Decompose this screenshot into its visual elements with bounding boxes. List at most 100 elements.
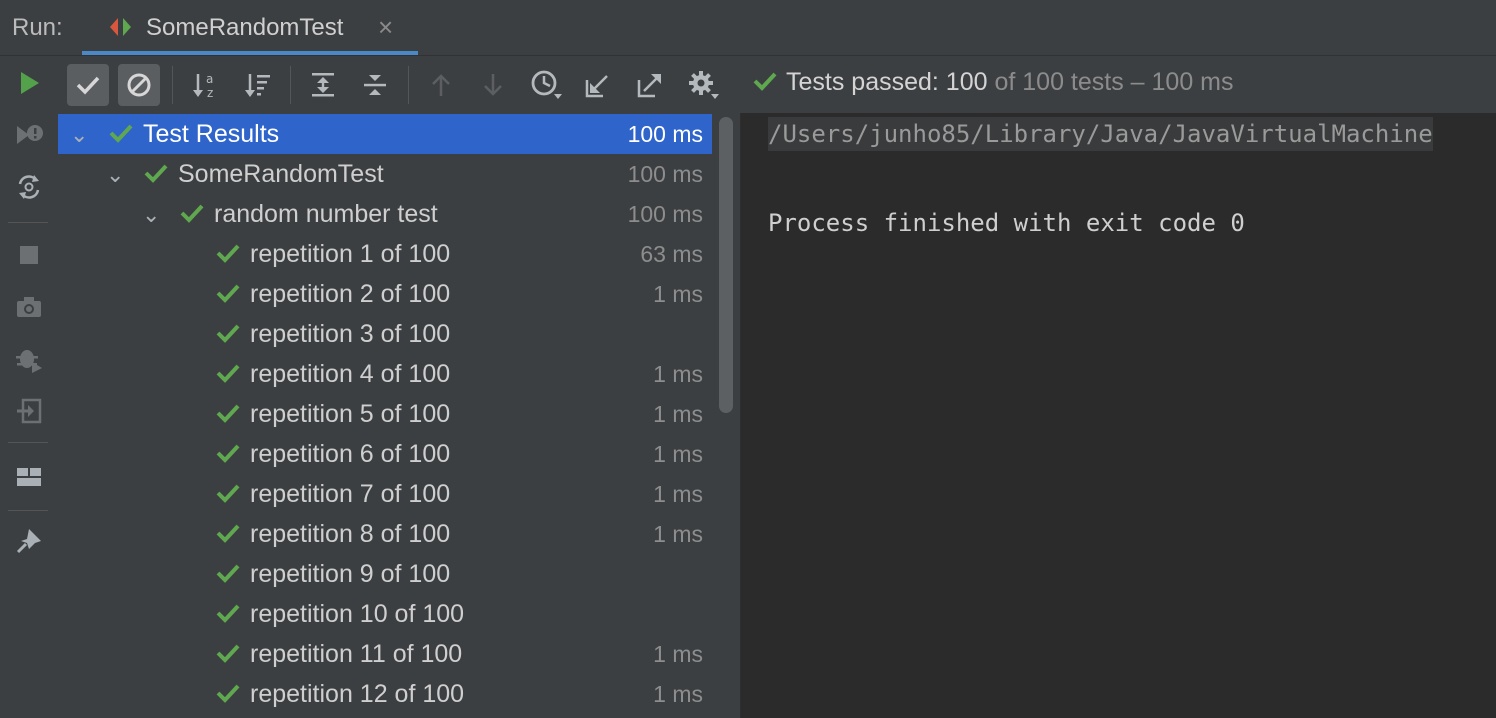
tree-node-duration: 1 ms xyxy=(653,441,703,467)
chevron-down-icon[interactable]: ⌄ xyxy=(142,202,160,228)
tests-passed-label: Tests passed: 100 xyxy=(786,68,988,96)
tree-node-label: repetition 8 of 100 xyxy=(250,520,451,548)
pass-check-icon xyxy=(215,522,241,549)
svg-text:a: a xyxy=(206,72,213,86)
pass-check-icon xyxy=(215,402,241,429)
tree-node-duration: 1 ms xyxy=(653,481,703,507)
collapse-all-icon[interactable] xyxy=(354,64,396,106)
pin-icon[interactable] xyxy=(12,524,46,558)
tree-node-label: repetition 7 of 100 xyxy=(250,480,451,508)
tree-node-label: repetition 6 of 100 xyxy=(250,440,451,468)
debug-icon[interactable] xyxy=(12,342,46,376)
tree-node-label: repetition 5 of 100 xyxy=(250,400,451,428)
tree-row-class[interactable]: ⌄ SomeRandomTest 100 ms xyxy=(58,154,712,194)
pass-check-icon xyxy=(143,162,169,189)
pass-check-icon xyxy=(215,442,241,469)
tree-row-repetition[interactable]: repetition 1 of 100 63 ms xyxy=(58,234,712,274)
svg-text:z: z xyxy=(207,86,213,100)
pass-check-icon xyxy=(215,602,241,629)
tree-node-label: random number test xyxy=(214,200,438,228)
tree-row-repetition[interactable]: repetition 4 of 100 1 ms xyxy=(58,354,712,394)
tree-row-repetition[interactable]: repetition 8 of 100 1 ms xyxy=(58,514,712,554)
tree-row-repetition[interactable]: repetition 10 of 100 xyxy=(58,594,712,634)
export-tests-icon[interactable] xyxy=(629,64,671,106)
chevron-down-icon[interactable]: ⌄ xyxy=(70,122,88,148)
tree-scrollbar-track[interactable] xyxy=(712,113,741,718)
pass-check-icon xyxy=(215,242,241,269)
tree-node-duration: 1 ms xyxy=(653,521,703,547)
tree-row-repetition[interactable]: repetition 3 of 100 xyxy=(58,314,712,354)
tree-row-test-results[interactable]: ⌄ Test Results 100 ms xyxy=(58,114,712,154)
pass-check-icon xyxy=(179,202,205,229)
tree-node-label: repetition 4 of 100 xyxy=(250,360,451,388)
toolbar-separator xyxy=(172,66,173,104)
tree-row-repetition[interactable]: repetition 6 of 100 1 ms xyxy=(58,434,712,474)
pass-check-icon xyxy=(108,122,134,149)
tab-active-indicator xyxy=(82,51,418,55)
tree-node-label: repetition 11 of 100 xyxy=(250,640,463,668)
show-ignored-icon[interactable] xyxy=(118,64,160,106)
toggle-auto-test-icon[interactable] xyxy=(12,170,46,204)
layout-icon[interactable] xyxy=(12,460,46,494)
sort-by-duration-icon[interactable] xyxy=(237,64,279,106)
expand-all-icon[interactable] xyxy=(302,64,344,106)
tree-scrollbar-thumb[interactable] xyxy=(719,117,733,413)
console-output[interactable]: /Users/junho85/Library/Java/JavaVirtualM… xyxy=(741,113,1496,718)
tree-node-duration: 1 ms xyxy=(653,401,703,427)
pass-check-icon xyxy=(215,682,241,709)
tree-node-duration: 100 ms xyxy=(627,161,703,187)
tree-node-label: repetition 9 of 100 xyxy=(250,560,451,588)
tree-node-label: SomeRandomTest xyxy=(178,160,384,188)
screenshot-icon[interactable] xyxy=(12,290,46,324)
tree-row-repetition[interactable]: repetition 9 of 100 xyxy=(58,554,712,594)
import-tests-icon[interactable] xyxy=(577,64,619,106)
pass-check-icon xyxy=(215,642,241,669)
tree-row-repetition[interactable]: repetition 7 of 100 1 ms xyxy=(58,474,712,514)
tab-some-random-test[interactable]: SomeRandomTest × xyxy=(82,0,418,55)
test-config-icon xyxy=(108,16,136,43)
tests-total-label: of 100 tests – 100 ms xyxy=(987,68,1234,96)
tree-node-label: repetition 10 of 100 xyxy=(250,600,465,628)
stop-icon[interactable] xyxy=(12,238,46,272)
tree-node-label: repetition 1 of 100 xyxy=(250,240,451,268)
chevron-down-icon[interactable]: ⌄ xyxy=(106,162,124,188)
tree-row-repetition[interactable]: repetition 12 of 100 1 ms xyxy=(58,674,712,714)
run-tool-window-header: Run: SomeRandomTest × xyxy=(0,0,1496,56)
run-label: Run: xyxy=(12,14,63,41)
sort-alphabetically-icon[interactable]: az xyxy=(185,64,227,106)
tree-row-repetition[interactable]: repetition 5 of 100 1 ms xyxy=(58,394,712,434)
console-command-line: /Users/junho85/Library/Java/JavaVirtualM… xyxy=(768,117,1433,151)
run-icon[interactable] xyxy=(12,66,46,100)
tree-node-duration: 100 ms xyxy=(627,201,703,227)
pass-check-icon xyxy=(215,562,241,589)
tree-node-duration: 100 ms xyxy=(627,121,703,147)
tree-row-repetition[interactable]: repetition 2 of 100 1 ms xyxy=(58,274,712,314)
next-failed-icon[interactable] xyxy=(472,64,514,106)
pass-check-icon xyxy=(215,282,241,309)
pass-check-icon xyxy=(215,362,241,389)
tree-node-duration: 1 ms xyxy=(653,281,703,307)
console-process-finished: Process finished with exit code 0 xyxy=(768,209,1245,237)
tree-row-method[interactable]: ⌄ random number test 100 ms xyxy=(58,194,712,234)
exit-icon[interactable] xyxy=(12,394,46,428)
show-passed-icon[interactable] xyxy=(67,64,109,106)
rerun-failed-icon[interactable] xyxy=(12,118,46,152)
pass-check-icon xyxy=(215,482,241,509)
history-icon[interactable] xyxy=(525,64,567,106)
previous-failed-icon[interactable] xyxy=(420,64,462,106)
toolbar-separator xyxy=(8,442,48,443)
tree-node-label: repetition 12 of 100 xyxy=(250,680,465,708)
toolbar-separator xyxy=(8,222,48,223)
tree-node-label: repetition 2 of 100 xyxy=(250,280,451,308)
settings-icon[interactable] xyxy=(682,64,724,106)
close-icon[interactable]: × xyxy=(378,12,393,43)
tree-node-duration: 1 ms xyxy=(653,641,703,667)
left-toolbar xyxy=(0,56,59,718)
toolbar-separator xyxy=(8,510,48,511)
tab-title: SomeRandomTest xyxy=(146,14,344,41)
tree-row-repetition[interactable]: repetition 11 of 100 1 ms xyxy=(58,634,712,674)
tree-node-duration: 63 ms xyxy=(640,241,703,267)
tree-node-label: Test Results xyxy=(143,120,280,148)
tree-node-duration: 1 ms xyxy=(653,681,703,707)
pass-check-icon xyxy=(753,72,777,91)
